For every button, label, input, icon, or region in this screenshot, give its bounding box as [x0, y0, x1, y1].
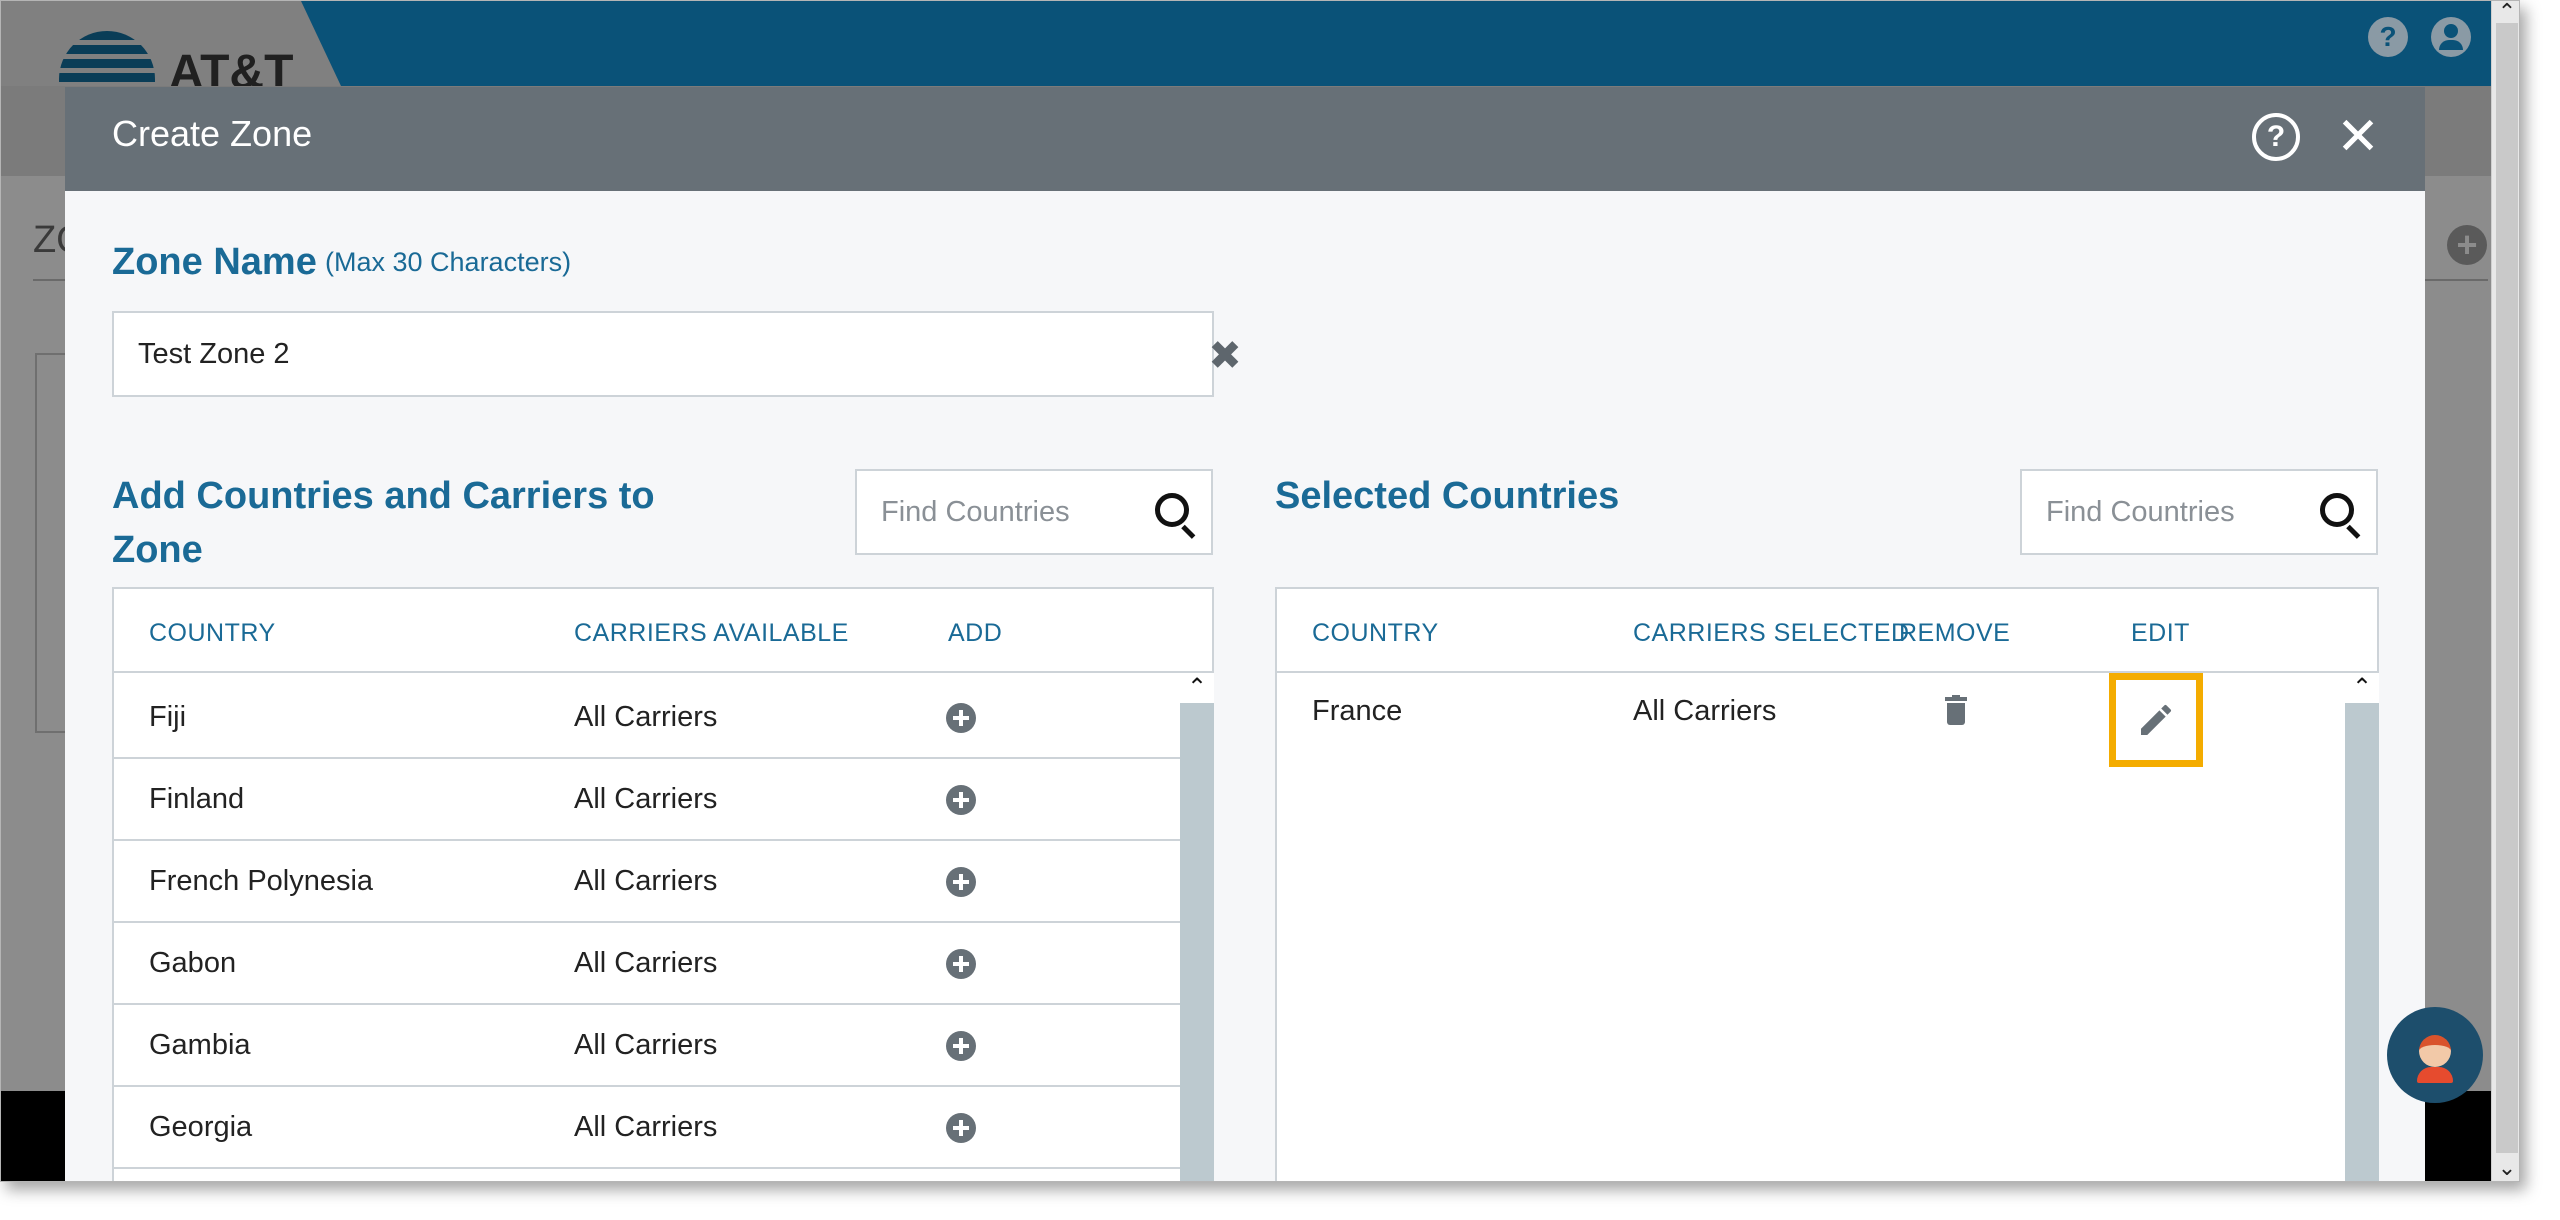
background-add-icon[interactable]: +: [2447, 225, 2487, 265]
add-circle-icon[interactable]: [946, 1031, 976, 1061]
left-search-input[interactable]: [881, 471, 1141, 553]
table-row: Gambia All Carriers: [114, 1005, 1182, 1087]
scroll-down-arrow-icon[interactable]: ⌄: [2492, 1157, 2519, 1179]
right-table-scrollbar[interactable]: ⌃: [2345, 673, 2379, 1181]
country-name: Finland: [149, 783, 245, 815]
trash-icon[interactable]: [1945, 695, 1967, 725]
right-search-input[interactable]: [2046, 471, 2306, 553]
app-header: [1, 1, 2491, 86]
column-header-carriers-selected: CARRIERS SELECTED: [1633, 619, 1910, 647]
table-row: Georgia All Carriers: [114, 1087, 1182, 1169]
header-help-icon[interactable]: ?: [2368, 17, 2408, 57]
scroll-up-arrow-icon[interactable]: ⌃: [2492, 1, 2519, 23]
zone-name-field: ✖: [112, 311, 1242, 397]
dialog-title: Create Zone: [112, 113, 313, 154]
add-circle-icon[interactable]: [946, 949, 976, 979]
pencil-icon: [2141, 704, 2172, 735]
user-icon[interactable]: [2431, 17, 2471, 57]
carriers-value: All Carriers: [574, 701, 718, 733]
browser-window: AT&T ? ZO + ⌃ ⌄ Create Zone ? ✕ Zone Nam…: [0, 0, 2520, 1182]
column-header-remove: REMOVE: [1899, 619, 2011, 647]
column-header-edit: EDIT: [2131, 619, 2190, 647]
close-icon[interactable]: ✕: [2333, 107, 2383, 167]
table-header: COUNTRY CARRIERS AVAILABLE ADD: [114, 589, 1212, 673]
chat-assistant-button[interactable]: [2387, 1007, 2483, 1103]
edit-button[interactable]: [2109, 673, 2203, 767]
left-search-box: [855, 469, 1213, 555]
table-header: COUNTRY CARRIERS SELECTED REMOVE EDIT: [1277, 589, 2377, 673]
page-scrollbar[interactable]: ⌃ ⌄: [2491, 1, 2519, 1181]
carriers-value: All Carriers: [574, 865, 718, 897]
country-name: Fiji: [149, 701, 187, 733]
add-circle-icon[interactable]: [946, 785, 976, 815]
dialog-help-icon[interactable]: ?: [2252, 113, 2300, 161]
screen: AT&T ? ZO + ⌃ ⌄ Create Zone ? ✕ Zone Nam…: [0, 0, 2560, 1220]
selected-countries-table: COUNTRY CARRIERS SELECTED REMOVE EDIT Fr…: [1275, 587, 2379, 1181]
chevron-up-icon[interactable]: ⌃: [1180, 673, 1214, 703]
selected-countries-title: Selected Countries: [1275, 475, 1620, 517]
carriers-value: All Carriers: [1633, 695, 1777, 727]
country-name: Gabon: [149, 947, 237, 979]
right-search-box: [2020, 469, 2378, 555]
chat-avatar-icon: [2419, 1035, 2451, 1067]
search-icon[interactable]: [1155, 493, 1196, 539]
country-name: Georgia: [149, 1111, 253, 1143]
carriers-value: All Carriers: [574, 783, 718, 815]
scrollbar-thumb[interactable]: [2496, 23, 2518, 1153]
carriers-value: All Carriers: [574, 1111, 718, 1143]
table-row: French Polynesia All Carriers: [114, 841, 1182, 923]
available-countries-table: COUNTRY CARRIERS AVAILABLE ADD Fiji All …: [112, 587, 1214, 1181]
zone-name-input[interactable]: [138, 313, 1138, 395]
country-name: Gambia: [149, 1029, 251, 1061]
column-header-add: ADD: [948, 619, 1003, 647]
column-header-country: COUNTRY: [1312, 619, 1439, 647]
dialog-header: Create Zone ? ✕: [65, 87, 2425, 191]
zone-name-label: Zone Name: [112, 241, 317, 283]
create-zone-dialog: Create Zone ? ✕ Zone Name (Max 30 Charac…: [65, 87, 2425, 1181]
add-circle-icon[interactable]: [946, 1113, 976, 1143]
left-table-scrollbar[interactable]: ⌃: [1180, 673, 1214, 1181]
add-countries-title: Add Countries and Carriers to Zone: [112, 475, 655, 571]
table-row: Gabon All Carriers: [114, 923, 1182, 1005]
add-circle-icon[interactable]: [946, 703, 976, 733]
add-circle-icon[interactable]: [946, 867, 976, 897]
table-row: Finland All Carriers: [114, 759, 1182, 841]
carriers-value: All Carriers: [574, 1029, 718, 1061]
clear-icon[interactable]: ✖: [1206, 336, 1244, 376]
column-header-carriers-available: CARRIERS AVAILABLE: [574, 619, 849, 647]
carriers-value: All Carriers: [574, 947, 718, 979]
search-icon[interactable]: [2320, 493, 2361, 539]
chevron-up-icon[interactable]: ⌃: [2345, 673, 2379, 703]
table-row: Fiji All Carriers: [114, 677, 1182, 759]
column-header-country: COUNTRY: [149, 619, 276, 647]
zone-name-hint: (Max 30 Characters): [325, 247, 572, 277]
country-name: France: [1312, 695, 1403, 727]
chat-avatar-body: [2417, 1067, 2453, 1083]
country-name: French Polynesia: [149, 865, 374, 897]
